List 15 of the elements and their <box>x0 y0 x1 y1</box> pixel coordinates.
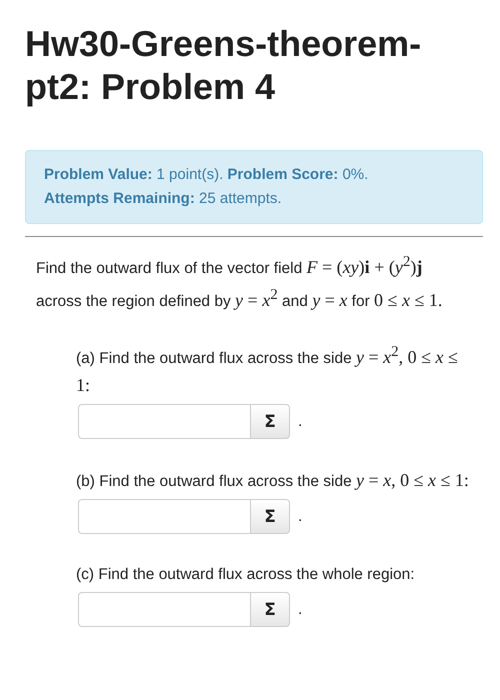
answer-field[interactable] <box>78 592 250 627</box>
answer-field[interactable] <box>78 404 250 439</box>
answer-field[interactable] <box>78 499 250 534</box>
part-prompt: (b) Find the outward flux across the side y = x, 0 ≤ x ≤ 1: <box>76 473 469 490</box>
equation-editor-button[interactable]: Σ <box>250 499 290 534</box>
equation-editor-button[interactable]: Σ <box>250 404 290 439</box>
period-text: . <box>298 412 302 430</box>
problem-info-text: Problem Value: 1 point(s). Problem Score: 0%. <box>44 165 370 185</box>
problem-statement: Find the outward flux of the vector field F = (xy)i + (y$^{2}$)j across the region defined by y = x$^{2}$ and y = x for 0 ≤ x ≤ 1. <box>35 253 444 312</box>
period-text: . <box>298 600 302 618</box>
problem-info-text: Attempts Remaining: 25 attempts. <box>44 189 283 209</box>
equation-editor-button[interactable]: Σ <box>250 592 290 627</box>
page-title: Hw30-Greens-theorem-pt2: Problem 4 <box>25 22 422 108</box>
period-text: . <box>298 508 302 525</box>
part-prompt: (c) Find the outward flux across the whole region: <box>76 566 415 583</box>
